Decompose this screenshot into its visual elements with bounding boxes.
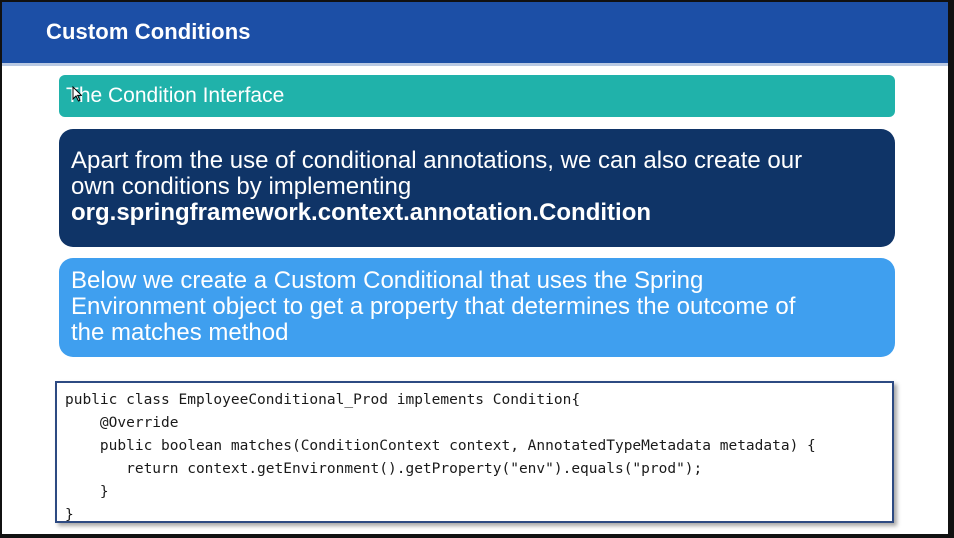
code-line: public class EmployeeConditional_Prod im… — [65, 392, 581, 408]
code-line: } — [65, 484, 109, 500]
code-line: } — [65, 507, 74, 523]
code-line: public boolean matches(ConditionContext … — [65, 438, 816, 454]
description-line-1: Below we create a Custom Conditional tha… — [71, 267, 704, 294]
intro-bold-class-name: org.springframework.context.annotation.C… — [71, 199, 652, 226]
description-box: Below we create a Custom Conditional tha… — [59, 258, 895, 357]
intro-line-1: Apart from the use of conditional annota… — [71, 147, 803, 174]
slide-title: Custom Conditions — [46, 19, 251, 44]
code-line: @Override — [65, 415, 179, 431]
description-line-3: the matches method — [71, 319, 289, 346]
slide: Custom Conditions The Condition Interfac… — [2, 2, 948, 534]
description-line-2: Environment object to get a property tha… — [71, 293, 796, 320]
mouse-pointer-icon — [72, 86, 82, 102]
code-block: public class EmployeeConditional_Prod im… — [55, 381, 894, 523]
code-line: return context.getEnvironment().getPrope… — [65, 461, 703, 477]
subtitle-bar: The Condition Interface — [59, 75, 895, 117]
intro-line-2: own conditions by implementing — [71, 173, 412, 200]
subtitle-text: The Condition Interface — [66, 84, 285, 107]
intro-box: Apart from the use of conditional annota… — [59, 129, 895, 247]
header-divider — [2, 63, 948, 66]
slide-header: Custom Conditions — [2, 2, 948, 63]
